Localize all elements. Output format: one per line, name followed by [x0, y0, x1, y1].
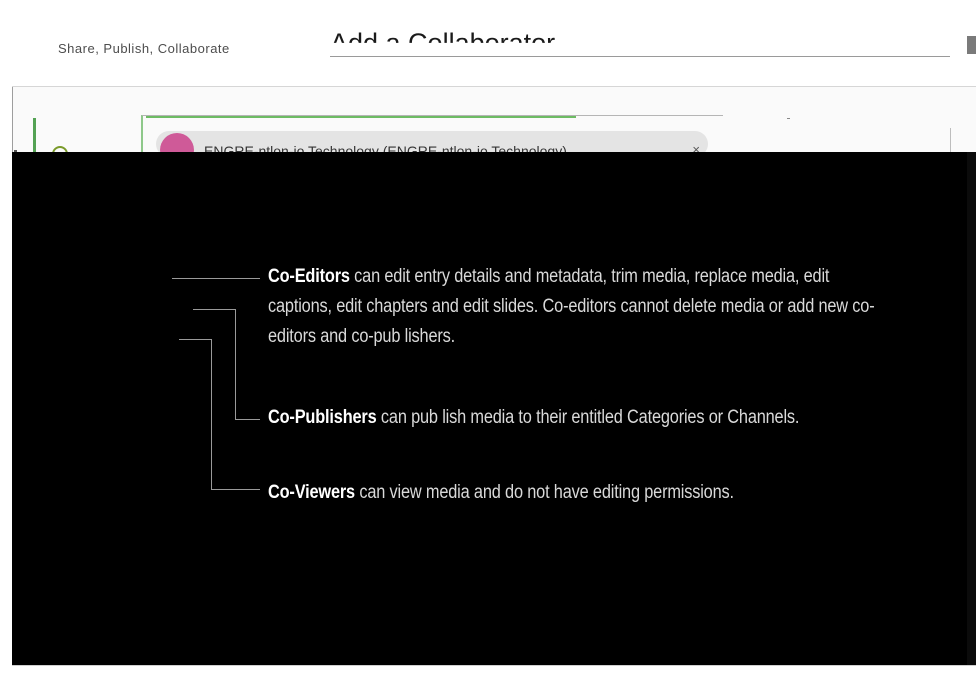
role-name: Co-Publishers	[268, 407, 377, 428]
header-breadcrumb: Share, Publish, Collaborate	[58, 41, 230, 56]
help-co-viewers: Co-Viewers can view media and do not hav…	[268, 478, 922, 508]
connector-line	[235, 419, 260, 420]
connector-line	[211, 489, 260, 490]
panel-accent-line	[146, 116, 576, 118]
divider-mark	[787, 118, 790, 119]
role-name: Co-Editors	[268, 266, 350, 287]
connector-line	[172, 278, 260, 279]
step-bar	[33, 118, 36, 154]
scrollbar-thumb[interactable]	[967, 36, 976, 54]
help-co-publishers: Co-Publishers can pub lish media to thei…	[268, 403, 939, 433]
scrollbar-track[interactable]	[967, 152, 976, 665]
role-description: can edit entry details and metadata, tri…	[268, 266, 875, 347]
help-co-editors: Co-Editors can edit entry details and me…	[268, 262, 887, 352]
role-description: can pub lish media to their entitled Cat…	[376, 407, 800, 428]
connector-line	[179, 339, 212, 490]
role-name: Co-Viewers	[268, 482, 355, 503]
role-description: can view media and do not have editing p…	[354, 482, 734, 503]
panel-divider	[950, 128, 951, 154]
title-underline	[330, 56, 950, 57]
